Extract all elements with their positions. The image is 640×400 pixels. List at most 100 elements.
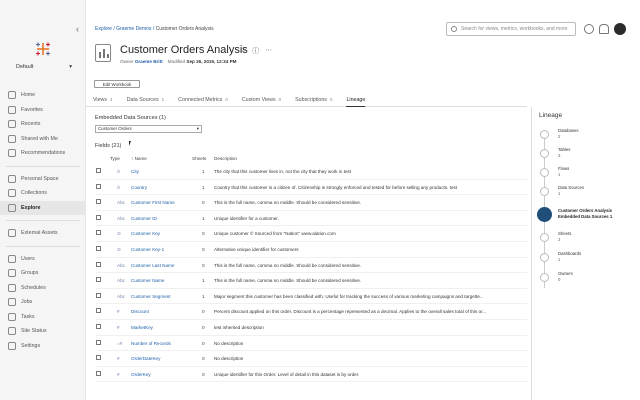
- data-source-select[interactable]: Customer Orders ▾: [95, 125, 202, 133]
- lineage-item-dashboards[interactable]: Dashboards 1: [537, 250, 637, 266]
- sidebar-item-users[interactable]: Users: [0, 252, 86, 267]
- row-checkbox[interactable]: [96, 339, 101, 345]
- sidebar-item-personal-space[interactable]: Personal Space: [0, 172, 86, 187]
- row-checkbox[interactable]: [96, 308, 101, 314]
- collapse-sidebar-icon[interactable]: ‹: [76, 24, 79, 34]
- table-row[interactable]: Abc Customer Segment 1 Major segment this c…: [95, 289, 527, 305]
- person-icon: [8, 174, 16, 183]
- field-name-link[interactable]: Number of Records: [131, 341, 171, 346]
- sidebar-item-favorites[interactable]: Favorites: [0, 103, 86, 118]
- site-selector[interactable]: Default ▾: [16, 64, 72, 70]
- field-name-link[interactable]: Customer Name: [131, 278, 164, 283]
- lineage-item-flows[interactable]: Flows 1: [537, 165, 637, 181]
- search-box[interactable]: Search for views, metrics, workbooks, an…: [446, 22, 576, 36]
- sidebar-item-label: Shared with Me: [21, 135, 58, 142]
- table-row[interactable]: Abc Customer First Name 0 This is the full …: [95, 195, 527, 211]
- lineage-item-count: 1: [558, 257, 561, 262]
- lineage-item-sheets[interactable]: Sheets 2: [537, 230, 637, 246]
- table-row[interactable]: Á Country 1 Country that this customer is a…: [95, 180, 527, 196]
- sidebar-item-schedules[interactable]: Schedules: [0, 281, 86, 296]
- sidebar-item-home[interactable]: Home: [0, 88, 86, 103]
- table-row[interactable]: Abc Customer ID 1 Unique identifier for a c…: [95, 211, 527, 227]
- sidebar-item-recommendations[interactable]: Recommendations: [0, 146, 86, 161]
- row-checkbox[interactable]: [96, 292, 101, 298]
- field-name-link[interactable]: Customer ID: [131, 216, 157, 221]
- sidebar-item-settings[interactable]: Settings: [0, 339, 86, 354]
- tab-data-sources[interactable]: Data Sources 1: [127, 97, 165, 107]
- row-checkbox[interactable]: [96, 245, 101, 251]
- row-checkbox[interactable]: [96, 230, 101, 236]
- field-name-link[interactable]: Customer Last Name: [131, 263, 174, 268]
- notifications-bell-icon[interactable]: [599, 24, 609, 34]
- sidebar-item-collections[interactable]: Collections: [0, 186, 86, 201]
- owner-link[interactable]: Graeme Britt: [135, 59, 163, 64]
- row-checkbox[interactable]: [96, 168, 101, 173]
- row-checkbox[interactable]: [96, 261, 101, 267]
- user-avatar[interactable]: [614, 23, 626, 35]
- table-row[interactable]: Á City 1 The city that this customer lives …: [95, 164, 527, 180]
- tab-connected-metrics[interactable]: Connected Metrics 0: [178, 97, 228, 107]
- tableau-logo-icon[interactable]: [34, 40, 52, 58]
- tab-lineage[interactable]: Lineage: [346, 97, 366, 107]
- row-checkbox[interactable]: [96, 370, 101, 376]
- breadcrumb-explore[interactable]: Explore: [95, 26, 112, 32]
- field-name-link[interactable]: City: [131, 169, 139, 174]
- sidebar-item-site-status[interactable]: Site Status: [0, 324, 86, 339]
- lineage-item-label: Flows: [558, 166, 570, 171]
- table-row[interactable]: =# Number of Records 0 No description: [95, 336, 527, 352]
- field-name-link[interactable]: Customer Key-1: [131, 247, 164, 252]
- row-checkbox[interactable]: [96, 183, 101, 189]
- help-icon[interactable]: [584, 24, 594, 34]
- row-checkbox[interactable]: [96, 214, 101, 220]
- favorite-star-icon[interactable]: ☆: [240, 46, 246, 56]
- sidebar-item-external-assets[interactable]: External Assets: [0, 226, 86, 241]
- tab-subscriptions[interactable]: Subscriptions 0: [295, 97, 332, 107]
- sidebar-item-tasks[interactable]: Tasks: [0, 310, 86, 325]
- row-checkbox[interactable]: [96, 199, 101, 205]
- column-header-description[interactable]: Description: [214, 156, 237, 161]
- column-header-type[interactable]: Type: [110, 156, 120, 161]
- table-row[interactable]: ⊙ Customer Key 0 Unique customer © Sourced …: [95, 226, 527, 242]
- sidebar-item-shared-with-me[interactable]: Shared with Me: [0, 132, 86, 147]
- field-name-link[interactable]: Discount: [131, 309, 149, 314]
- field-name-link[interactable]: OrderDateKey: [131, 356, 160, 361]
- field-name-link[interactable]: OrderKey: [131, 372, 151, 377]
- row-checkbox[interactable]: [96, 355, 101, 361]
- info-icon[interactable]: ⓘ: [252, 46, 259, 56]
- field-description: This is the full name, comma no middle. …: [214, 200, 362, 206]
- sidebar-item-recents[interactable]: Recents: [0, 117, 86, 132]
- more-actions-icon[interactable]: ⋯: [265, 46, 272, 56]
- row-checkbox[interactable]: [96, 323, 101, 329]
- table-row[interactable]: # OrderDateKey 0 No description: [95, 351, 527, 367]
- tasks-icon: [8, 312, 16, 321]
- lineage-item-databases[interactable]: Databases 2: [537, 127, 637, 143]
- lineage-item-data-sources[interactable]: Data Sources 1: [537, 184, 637, 200]
- row-checkbox[interactable]: [96, 277, 101, 283]
- tab-views[interactable]: Views 4: [93, 97, 113, 107]
- edit-workbook-button[interactable]: Edit Workbook: [94, 80, 140, 88]
- column-header-sheets[interactable]: Sheets: [192, 156, 206, 161]
- sidebar-item-groups[interactable]: Groups: [0, 266, 86, 281]
- jobs-icon: [8, 298, 16, 307]
- table-row[interactable]: # Discount 0 Percent discount applied on th…: [95, 304, 527, 320]
- breadcrumb-project[interactable]: Graeme Demos: [116, 26, 151, 32]
- table-row[interactable]: Abc Customer Name 1 This is the full name, …: [95, 273, 527, 289]
- table-row[interactable]: ⊙ Customer Key-1 0 Alternative unique ident…: [95, 242, 527, 258]
- table-row[interactable]: # MarketKey 0 test inherited description: [95, 320, 527, 336]
- lineage-item-count: 2: [558, 134, 561, 139]
- lineage-title: Lineage: [539, 112, 563, 119]
- table-row[interactable]: Abc Customer Last Name 0 This is the full n…: [95, 258, 527, 274]
- field-name-link[interactable]: MarketKey: [131, 325, 153, 330]
- sidebar-item-explore[interactable]: Explore: [0, 200, 86, 215]
- tab-custom-views[interactable]: Custom Views 0: [242, 97, 281, 107]
- field-name-link[interactable]: Customer Segment: [131, 294, 171, 299]
- lineage-item-customer-orders-analysis[interactable]: Customer Orders Analysis Embedded Data So…: [537, 207, 637, 223]
- field-name-link[interactable]: Customer First Name: [131, 200, 175, 205]
- field-name-link[interactable]: Customer Key: [131, 231, 160, 236]
- column-header-name[interactable]: ↑ Name: [131, 156, 147, 161]
- table-row[interactable]: # OrderKey 0 Unique identifier for this Ord…: [95, 367, 527, 383]
- field-name-link[interactable]: Country: [131, 185, 147, 190]
- sidebar-item-jobs[interactable]: Jobs: [0, 295, 86, 310]
- lineage-item-tables[interactable]: Tables 3: [537, 146, 637, 162]
- lineage-item-owners[interactable]: Owners 0: [537, 270, 637, 286]
